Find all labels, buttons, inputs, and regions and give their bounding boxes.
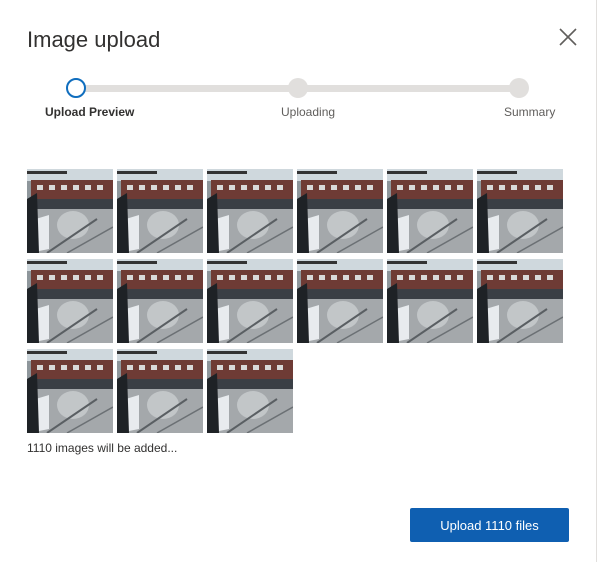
image-thumbnail [27, 259, 113, 343]
image-thumbnail [477, 169, 563, 253]
image-thumbnail [117, 259, 203, 343]
image-thumbnail [27, 169, 113, 253]
upload-files-button[interactable]: Upload 1110 files [410, 508, 569, 542]
close-button[interactable] [555, 24, 581, 50]
images-summary-text: 1110 images will be added... [27, 441, 178, 455]
image-thumbnail [477, 259, 563, 343]
image-thumbnail [207, 349, 293, 433]
image-thumbnail [297, 259, 383, 343]
step-dot-upload-preview [66, 78, 86, 98]
step-dot-uploading [288, 78, 308, 98]
step-label-upload-preview: Upload Preview [45, 105, 135, 119]
image-thumbnail [117, 169, 203, 253]
image-thumbnail [387, 259, 473, 343]
dialog-title: Image upload [27, 27, 161, 52]
image-thumbnail [297, 169, 383, 253]
image-thumbnail [117, 349, 203, 433]
step-label-uploading: Uploading [281, 105, 336, 119]
step-label-summary: Summary [504, 105, 556, 119]
close-icon [559, 28, 577, 46]
image-thumbnail [387, 169, 473, 253]
image-thumbnail [207, 169, 293, 253]
image-thumbnail [207, 259, 293, 343]
progress-stepper: Upload Preview Uploading Summary [0, 70, 596, 130]
step-dot-summary [509, 78, 529, 98]
image-upload-dialog: Image upload Upload Preview Uploading Su… [0, 0, 597, 562]
image-thumbnail [27, 349, 113, 433]
